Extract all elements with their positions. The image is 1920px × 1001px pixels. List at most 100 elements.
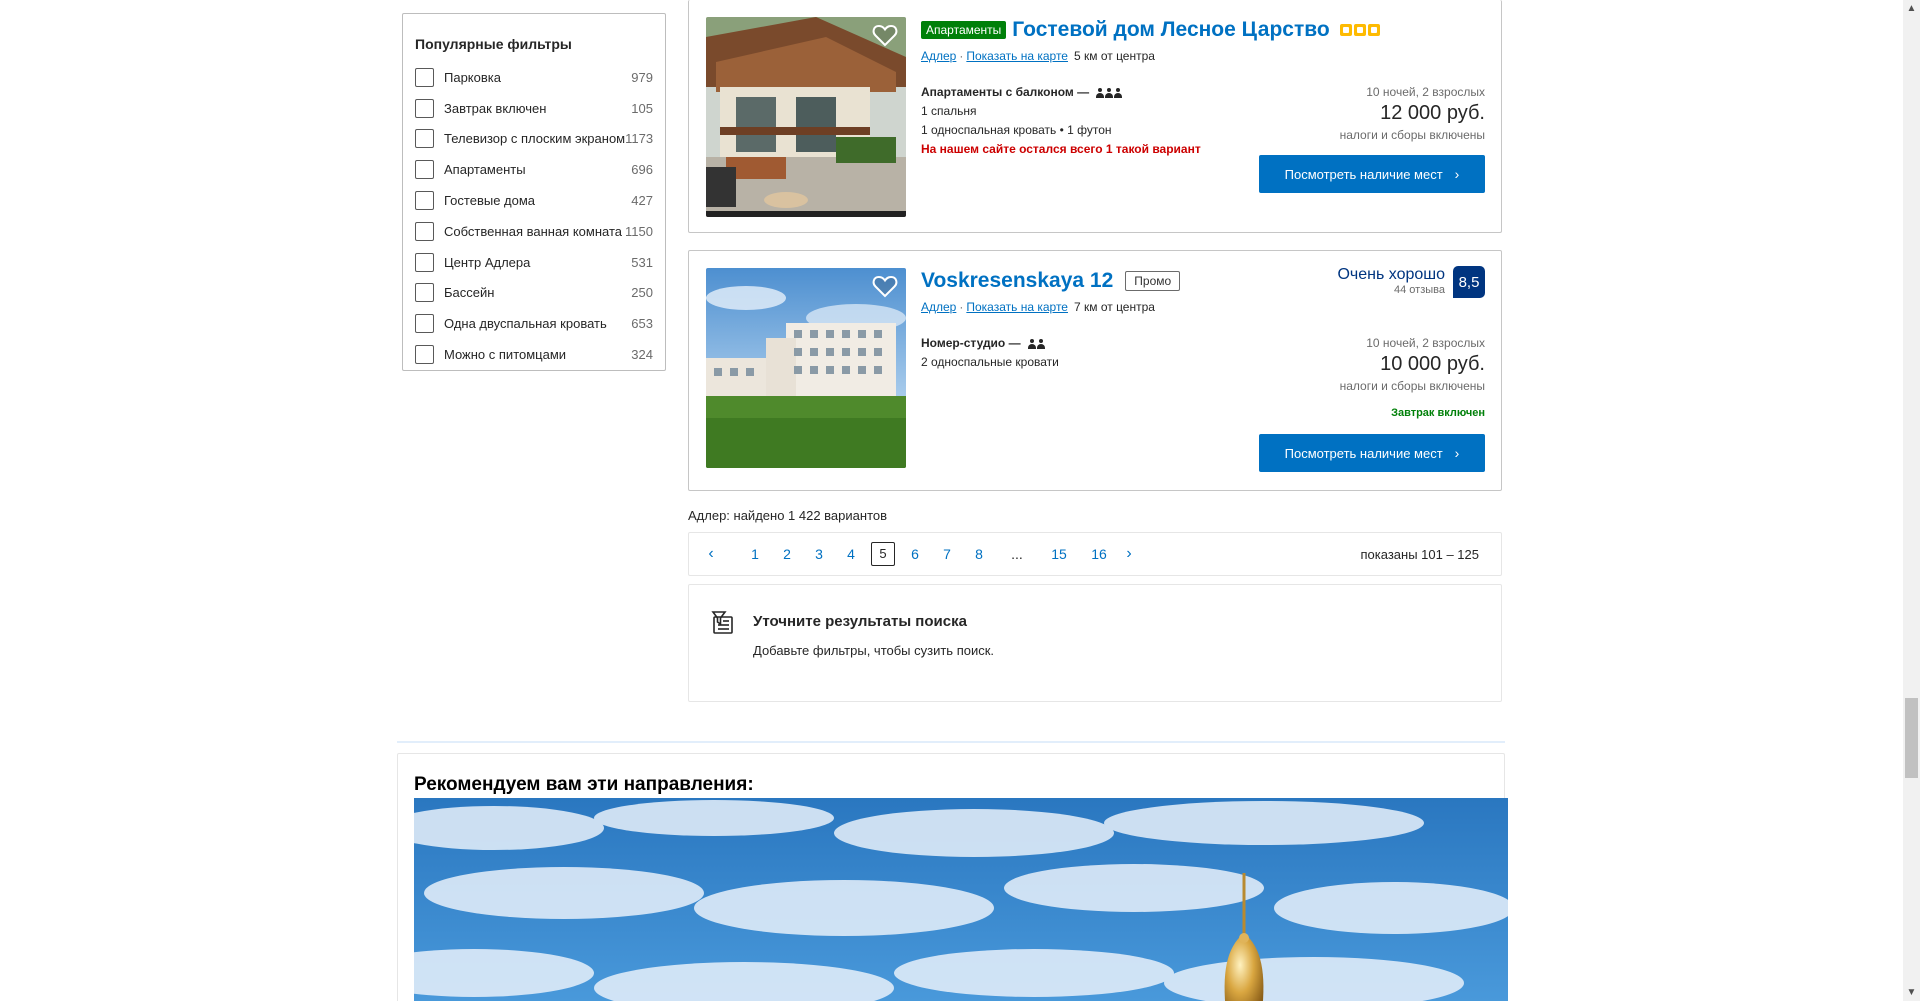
district-link[interactable]: Адлер xyxy=(921,49,956,63)
scarcity-warning: На нашем сайте остался всего 1 такой вар… xyxy=(921,142,1201,156)
review-score[interactable]: Очень хорошо 44 отзыва 8,5 xyxy=(1337,266,1485,298)
unit-detail: 2 односпальные кровати xyxy=(921,355,1059,369)
unit-dash: — xyxy=(1008,336,1021,350)
destination-image[interactable] xyxy=(414,798,1508,1001)
filter-count: 427 xyxy=(631,193,653,209)
page-link[interactable]: 4 xyxy=(835,546,867,562)
property-photo[interactable] xyxy=(706,17,906,217)
filter-pets-allowed[interactable]: Можно с питомцами 324 xyxy=(415,339,653,370)
property-title-link[interactable]: Voskresenskaya 12 xyxy=(921,269,1113,293)
breakfast-included: Завтрак включен xyxy=(1391,407,1485,419)
filter-label: Завтрак включен xyxy=(444,100,547,116)
page-link[interactable]: 8 xyxy=(963,546,995,562)
property-photo[interactable] xyxy=(706,268,906,468)
filter-breakfast[interactable]: Завтрак включен 105 xyxy=(415,93,653,124)
checkbox[interactable] xyxy=(415,221,434,241)
filter-adler-center[interactable]: Центр Адлера 531 xyxy=(415,247,653,278)
property-card: Voskresenskaya 12 Промо Адлер · Показать н… xyxy=(688,250,1502,491)
page-link[interactable]: 7 xyxy=(931,546,963,562)
filter-pool[interactable]: Бассейн 250 xyxy=(415,278,653,309)
occupancy-icon xyxy=(1027,338,1045,349)
show-on-map-link[interactable]: Показать на карте xyxy=(966,300,1068,314)
unit-name: Апартаменты с балконом xyxy=(921,85,1074,99)
unit-detail: 1 спальня xyxy=(921,104,977,118)
star-icon xyxy=(1353,24,1366,36)
location-line: Адлер · Показать на карте 5 км от центра xyxy=(921,49,1155,63)
refine-search-box: Уточните результаты поиска Добавьте филь… xyxy=(688,584,1502,702)
property-type-badge: Апартаменты xyxy=(921,21,1007,39)
stay-length: 10 ночей, 2 взрослых xyxy=(1366,85,1485,99)
page-link[interactable]: 6 xyxy=(899,546,931,562)
chevron-right-icon: › xyxy=(1454,166,1460,182)
checkbox[interactable] xyxy=(415,345,434,365)
show-on-map-link[interactable]: Показать на карте xyxy=(966,49,1068,63)
guesthouse-photo-image xyxy=(706,17,906,217)
recommended-destinations: Рекомендуем вам эти направления: xyxy=(397,753,1508,1001)
unit-detail: 1 односпальная кровать • 1 футон xyxy=(921,123,1112,137)
heart-icon[interactable] xyxy=(872,23,898,47)
filter-label: Центр Адлера xyxy=(444,254,531,270)
score-badge: 8,5 xyxy=(1453,266,1485,298)
checkbox[interactable] xyxy=(415,314,434,334)
filter-label: Одна двуспальная кровать xyxy=(444,316,607,332)
stay-length: 10 ночей, 2 взрослых xyxy=(1366,336,1485,350)
see-availability-button[interactable]: Посмотреть наличие мест › xyxy=(1259,434,1485,472)
page-ellipsis: ... xyxy=(1011,546,1023,562)
see-availability-label: Посмотреть наличие мест xyxy=(1284,166,1443,182)
checkbox[interactable] xyxy=(415,191,434,211)
filter-count: 1173 xyxy=(625,131,654,147)
filter-count: 979 xyxy=(631,69,653,85)
unit-info: Апартаменты с балконом — 1 спальня 1 одн… xyxy=(921,83,1201,159)
filter-count: 250 xyxy=(631,285,653,301)
page-link[interactable]: 3 xyxy=(803,546,835,562)
promo-badge: Промо xyxy=(1125,271,1181,291)
filter-double-bed[interactable]: Одна двуспальная кровать 653 xyxy=(415,308,653,339)
page-scrollbar[interactable]: ▲ ▼ xyxy=(1903,0,1920,1001)
popular-filters-panel: Популярные фильтры Парковка 979 Завтрак … xyxy=(402,13,666,371)
distance-text: 5 км от центра xyxy=(1073,49,1155,63)
checkbox[interactable] xyxy=(415,252,434,272)
checkbox[interactable] xyxy=(415,67,434,87)
filter-apartments[interactable]: Апартаменты 696 xyxy=(415,154,653,185)
see-availability-label: Посмотреть наличие мест xyxy=(1284,445,1443,461)
checkbox[interactable] xyxy=(415,160,434,180)
filter-count: 105 xyxy=(631,100,653,116)
filter-count: 531 xyxy=(631,254,653,270)
filter-private-bathroom[interactable]: Собственная ванная комната 1150 xyxy=(415,216,653,247)
unit-info: Номер-студио — 2 односпальные кровати xyxy=(921,334,1059,372)
destination-photo-image xyxy=(414,798,1508,1001)
scrollbar-thumb[interactable] xyxy=(1905,698,1918,778)
filter-flat-tv[interactable]: Телевизор с плоским экраном 1173 xyxy=(415,124,653,155)
taxes-note: налоги и сборы включены xyxy=(1339,128,1485,142)
price: 12 000 руб. xyxy=(1380,102,1485,124)
scroll-up-arrow-icon[interactable]: ▲ xyxy=(1903,0,1920,17)
filter-label: Апартаменты xyxy=(444,162,526,178)
checkbox[interactable] xyxy=(415,98,434,118)
filter-label: Собственная ванная комната xyxy=(444,223,622,239)
recommended-title: Рекомендуем вам эти направления: xyxy=(414,774,754,795)
heart-icon[interactable] xyxy=(872,274,898,298)
chevron-left-icon[interactable]: ‹ xyxy=(701,545,721,563)
page-link[interactable]: 2 xyxy=(771,546,803,562)
see-availability-button[interactable]: Посмотреть наличие мест › xyxy=(1259,155,1485,193)
filter-count: 653 xyxy=(631,316,653,332)
filters-title: Популярные фильтры xyxy=(415,36,572,52)
building-photo-image xyxy=(706,268,906,468)
filter-guest-houses[interactable]: Гостевые дома 427 xyxy=(415,185,653,216)
page-link[interactable]: 1 xyxy=(739,546,771,562)
checkbox[interactable] xyxy=(415,283,434,303)
page-link[interactable]: 15 xyxy=(1039,546,1079,562)
chevron-right-icon[interactable]: › xyxy=(1119,545,1139,563)
scroll-down-arrow-icon[interactable]: ▼ xyxy=(1903,984,1920,1001)
star-rating xyxy=(1339,24,1380,36)
distance-text: 7 км от центра xyxy=(1073,300,1155,314)
property-title-link[interactable]: Гостевой дом Лесное Царство xyxy=(1012,18,1329,42)
filter-label: Гостевые дома xyxy=(444,193,536,209)
score-word: Очень хорошо xyxy=(1337,266,1445,283)
filter-label: Бассейн xyxy=(444,285,495,301)
checkbox[interactable] xyxy=(415,129,434,149)
district-link[interactable]: Адлер xyxy=(921,300,956,314)
filter-parking[interactable]: Парковка 979 xyxy=(415,62,653,93)
page-link[interactable]: 16 xyxy=(1079,546,1119,562)
filter-list-icon xyxy=(711,611,733,634)
